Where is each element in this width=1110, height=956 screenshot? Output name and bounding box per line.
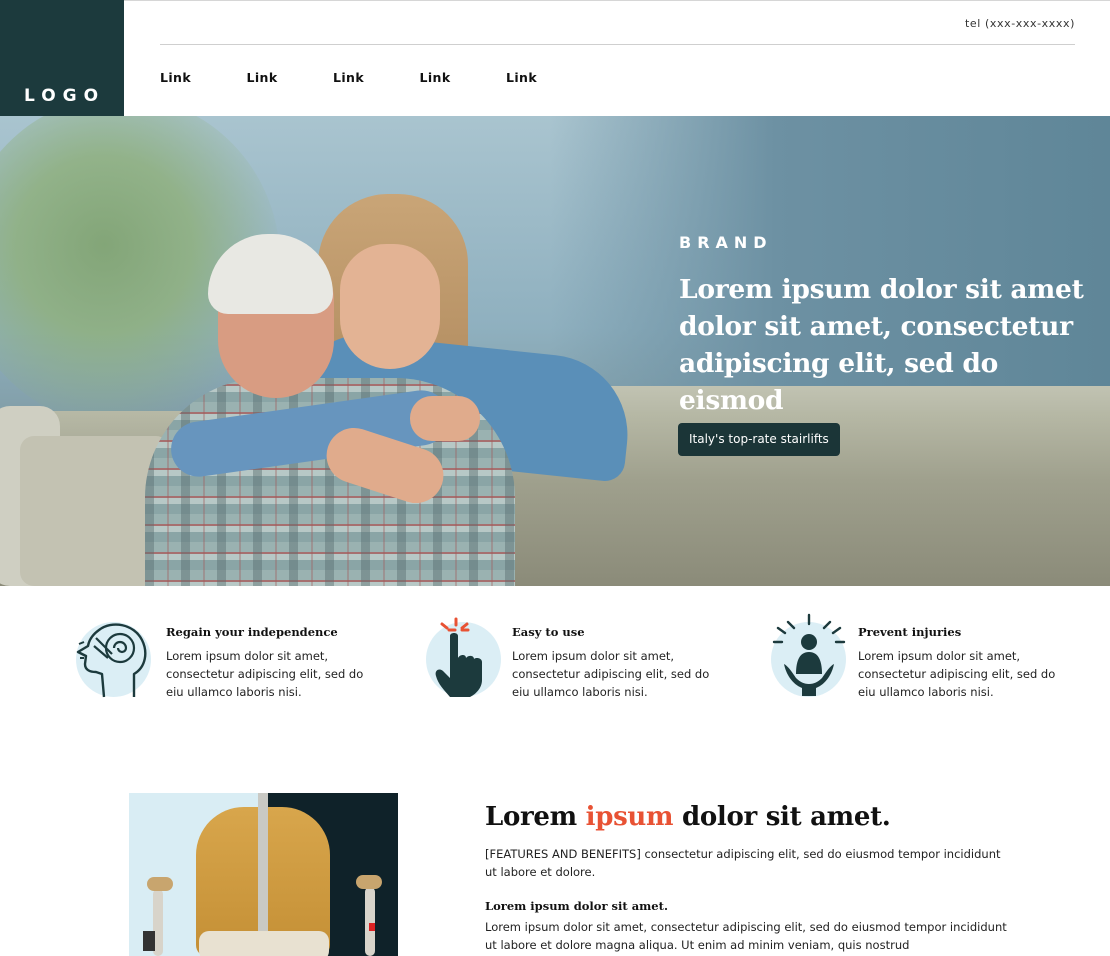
protected-person-icon — [766, 612, 846, 702]
chair-armrest-right — [356, 875, 382, 889]
product-section-title: Lorem ipsum dolor sit amet. — [485, 802, 891, 832]
nav-link-2[interactable]: Link — [247, 70, 334, 85]
protected-person-icon-svg — [772, 613, 846, 696]
feature-body: Lorem ipsum dolor sit amet, consectetur … — [858, 649, 1056, 699]
hero-headline: Lorem ipsum dolor sit amet dolor sit ame… — [679, 274, 1084, 416]
stairlift-product-image — [129, 793, 398, 956]
tap-hand-icon — [420, 612, 501, 702]
brain-head-icon-svg — [76, 623, 147, 698]
logo-text: LOGO — [24, 86, 106, 106]
feature-title: Regain your independence — [166, 625, 338, 639]
chair-armrest-left — [147, 877, 173, 891]
nav-link-4[interactable]: Link — [420, 70, 507, 85]
title-accent-word: ipsum — [585, 802, 674, 832]
feature-independence: Regain your independence Lorem ipsum dol… — [74, 612, 404, 712]
product-subtitle: Lorem ipsum dolor sit amet. — [485, 899, 668, 913]
header-divider — [160, 44, 1075, 45]
hero-cta-button[interactable]: Italy's top-rate stairlifts — [678, 423, 840, 456]
product-body: Lorem ipsum dolor sit amet, consectetur … — [485, 920, 1007, 952]
feature-body: Lorem ipsum dolor sit amet, consectetur … — [512, 649, 710, 699]
nav-link-5[interactable]: Link — [506, 70, 593, 85]
feature-easy-to-use: Easy to use Lorem ipsum dolor sit amet, … — [420, 612, 750, 712]
logo-block[interactable]: LOGO — [0, 0, 124, 116]
woman-face — [340, 244, 440, 369]
nav-link-3[interactable]: Link — [333, 70, 420, 85]
tap-hand-icon-svg — [435, 617, 482, 697]
phone-number[interactable]: tel (xxx-xxx-xxxx) — [965, 17, 1075, 30]
feature-title: Prevent injuries — [858, 625, 962, 639]
hero-brand: BRAND — [679, 233, 773, 252]
nav-link-1[interactable]: Link — [160, 70, 247, 85]
feature-title: Easy to use — [512, 625, 585, 639]
product-lead: [FEATURES AND BENEFITS] consectetur adip… — [485, 847, 1001, 879]
main-nav: Link Link Link Link Link — [160, 70, 593, 85]
top-border — [124, 0, 1110, 1]
feature-body: Lorem ipsum dolor sit amet, consectetur … — [166, 649, 364, 699]
hero-banner: BRAND Lorem ipsum dolor sit amet dolor s… — [0, 116, 1110, 586]
chair-seat — [199, 931, 329, 956]
feature-prevent-injuries: Prevent injuries Lorem ipsum dolor sit a… — [766, 612, 1096, 712]
woman-hand-shoulder — [410, 396, 480, 441]
brain-head-icon — [74, 612, 154, 702]
